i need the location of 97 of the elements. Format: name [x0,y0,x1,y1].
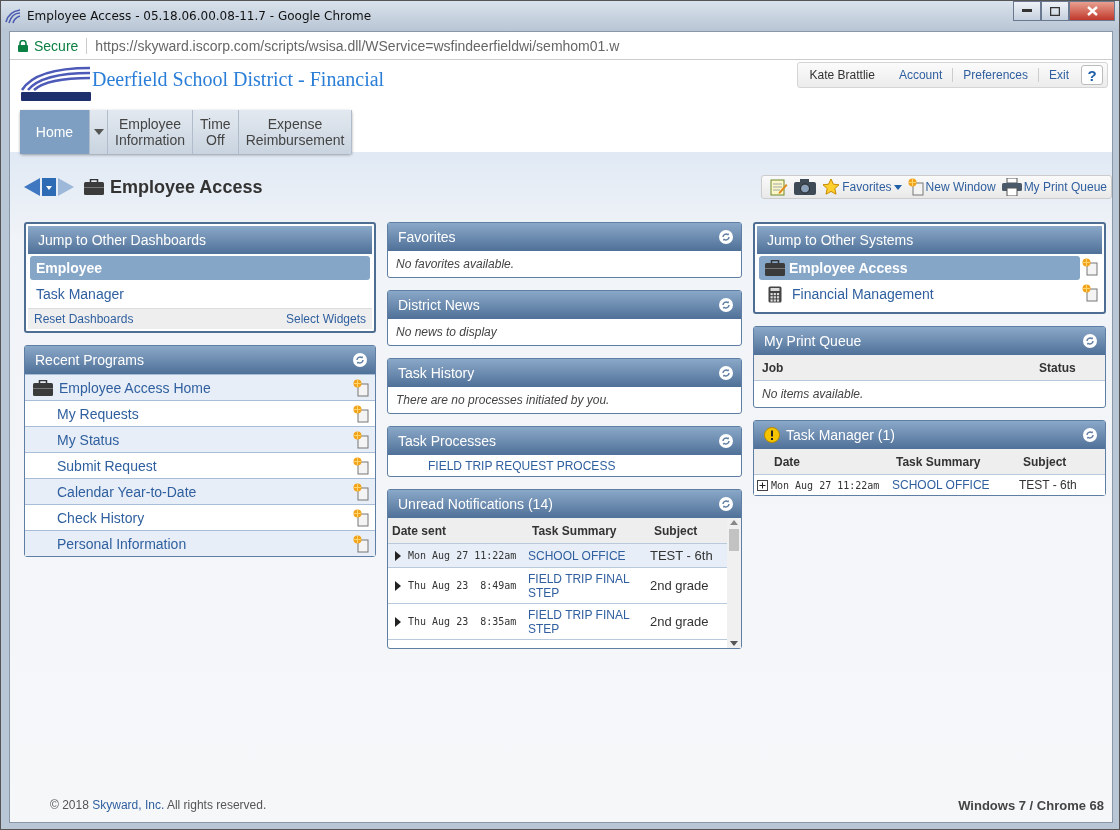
expand-arrow-icon[interactable] [394,550,402,561]
refresh-icon[interactable] [719,497,733,511]
column-header: Task Summary [895,454,982,469]
lock-icon [18,39,28,52]
column-header: Date sent [391,523,448,538]
column-header: Job [761,360,785,375]
panel-title: District News [398,297,480,313]
refresh-icon[interactable] [1083,334,1097,348]
refresh-icon[interactable] [719,366,733,380]
subject-cell-text: 2nd grade [650,578,710,593]
help-button[interactable]: ? [1081,65,1103,85]
notepad-icon[interactable] [770,178,789,196]
panel-title: Unread Notifications (14) [398,496,553,512]
summary-link[interactable]: SCHOOL OFFICE [892,478,1019,492]
briefcase-icon [765,260,785,276]
subject-cell-text: 2nd grade [650,614,710,629]
column-header: Date [773,454,801,469]
empty-message: No items available. [761,386,865,403]
logo-drawing [20,66,92,102]
column-header: Subject [1022,454,1068,469]
notification-row[interactable]: Mon Aug 27 11:22am SCHOOL OFFICE TEST - 6th [388,544,727,568]
panel-title: My Print Queue [764,333,862,349]
caret-icon[interactable] [893,184,902,190]
briefcase-icon [84,179,104,195]
refresh-icon[interactable] [719,230,733,244]
caret-icon[interactable] [93,129,104,135]
scroll-down-icon[interactable] [730,641,738,646]
page-title: Employee Access [110,176,263,198]
empty-message: No news to display [395,324,498,341]
panel-title: Jump to Other Dashboards [38,232,207,248]
refresh-icon[interactable] [353,353,367,367]
refresh-icon[interactable] [719,434,733,448]
program-link[interactable]: My Requests [57,405,353,422]
empty-message: There are no processes initiated by you. [395,392,611,409]
security-indicator[interactable]: Secure [18,37,88,54]
platform-text: Windows 7 / Chrome 68 [958,797,1104,813]
summary-link[interactable]: FIELD TRIP FINAL STEP [528,571,650,600]
refresh-icon[interactable] [1083,428,1097,442]
toolbar-link[interactable]: Favorites [842,180,892,194]
column-header: Task Summary [531,523,618,538]
date-cell: Mon Aug 27 11:22am [771,479,880,491]
dropdown-icon[interactable] [42,178,56,196]
copyright-text: © 2018 Skyward, Inc. All rights reserved. [50,798,267,812]
url-text: https://skyward.iscorp.com/scripts/wsisa.dll/WService=wsfindeerfieldwi/semhom01.w [95,37,620,54]
program-link[interactable]: Check History [57,509,353,526]
briefcase-icon [33,379,53,396]
expand-icon[interactable] [757,479,768,491]
panel-link[interactable]: Select Widgets [285,312,366,326]
panel-title: Jump to Other Systems [767,232,914,248]
user-name: Kate Brattlie [809,68,876,82]
panel-title: Task Processes [398,433,497,449]
camera-icon[interactable] [794,179,817,195]
summary-link[interactable]: FIELD TRIP FINAL STEP [528,607,650,636]
column-header: Subject [653,523,699,538]
app-icon [5,8,21,24]
maximize-icon [1050,6,1060,16]
warning-icon [764,427,780,443]
expand-arrow-icon[interactable] [394,616,402,627]
company-link[interactable]: Skyward, Inc. [92,798,165,812]
scroll-thumb[interactable] [729,529,739,551]
process-link[interactable]: FIELD TRIP REQUEST PROCESS [428,459,616,473]
calculator-icon [768,285,782,303]
window-title: Employee Access - 05.18.06.00.08-11.7 - Google Chrome [27,9,372,23]
empty-message: No favorites available. [395,256,516,273]
close-icon [1086,6,1098,16]
panel-title: Task Manager (1) [786,427,895,443]
star-icon[interactable] [822,178,841,196]
panel-title: Recent Programs [35,352,144,368]
date-cell: Thu Aug 23 8:35am [408,616,517,627]
program-link[interactable]: Submit Request [57,457,353,474]
refresh-icon[interactable] [719,298,733,312]
subject-cell-text: TEST - 6th [650,548,714,563]
scrollbar[interactable] [727,518,741,648]
subject-cell-text: TEST - 6th [1019,478,1078,492]
panel-title: Task History [398,365,475,381]
close-button[interactable] [1069,1,1115,21]
expand-arrow-icon[interactable] [394,580,402,591]
summary-link[interactable]: SCHOOL OFFICE [528,548,650,563]
header-link[interactable]: Account [888,68,953,82]
maximize-button[interactable] [1041,1,1069,21]
district-title: Deerfield School District - Financial [92,68,385,91]
dashboard-item[interactable]: Task Manager [30,282,370,306]
back-arrow-icon[interactable] [24,178,40,196]
panel-title: Favorites [398,229,456,245]
date-cell: Thu Aug 23 8:49am [408,580,517,591]
printer-icon[interactable] [1001,178,1022,196]
minimize-button[interactable] [1013,1,1041,21]
panel-link[interactable]: Reset Dashboards [34,312,134,326]
date-cell: Mon Aug 27 11:22am [408,550,517,561]
header-link[interactable]: Preferences [952,68,1038,82]
header-link[interactable]: Exit [1038,68,1079,82]
toolbar-link[interactable]: My Print Queue [1023,180,1107,194]
minimize-icon [1022,9,1032,13]
toolbar-link[interactable]: New Window [925,180,996,194]
column-header: Status [1038,360,1077,375]
scroll-up-icon[interactable] [730,520,738,525]
system-item[interactable]: Financial Management [759,282,1080,306]
